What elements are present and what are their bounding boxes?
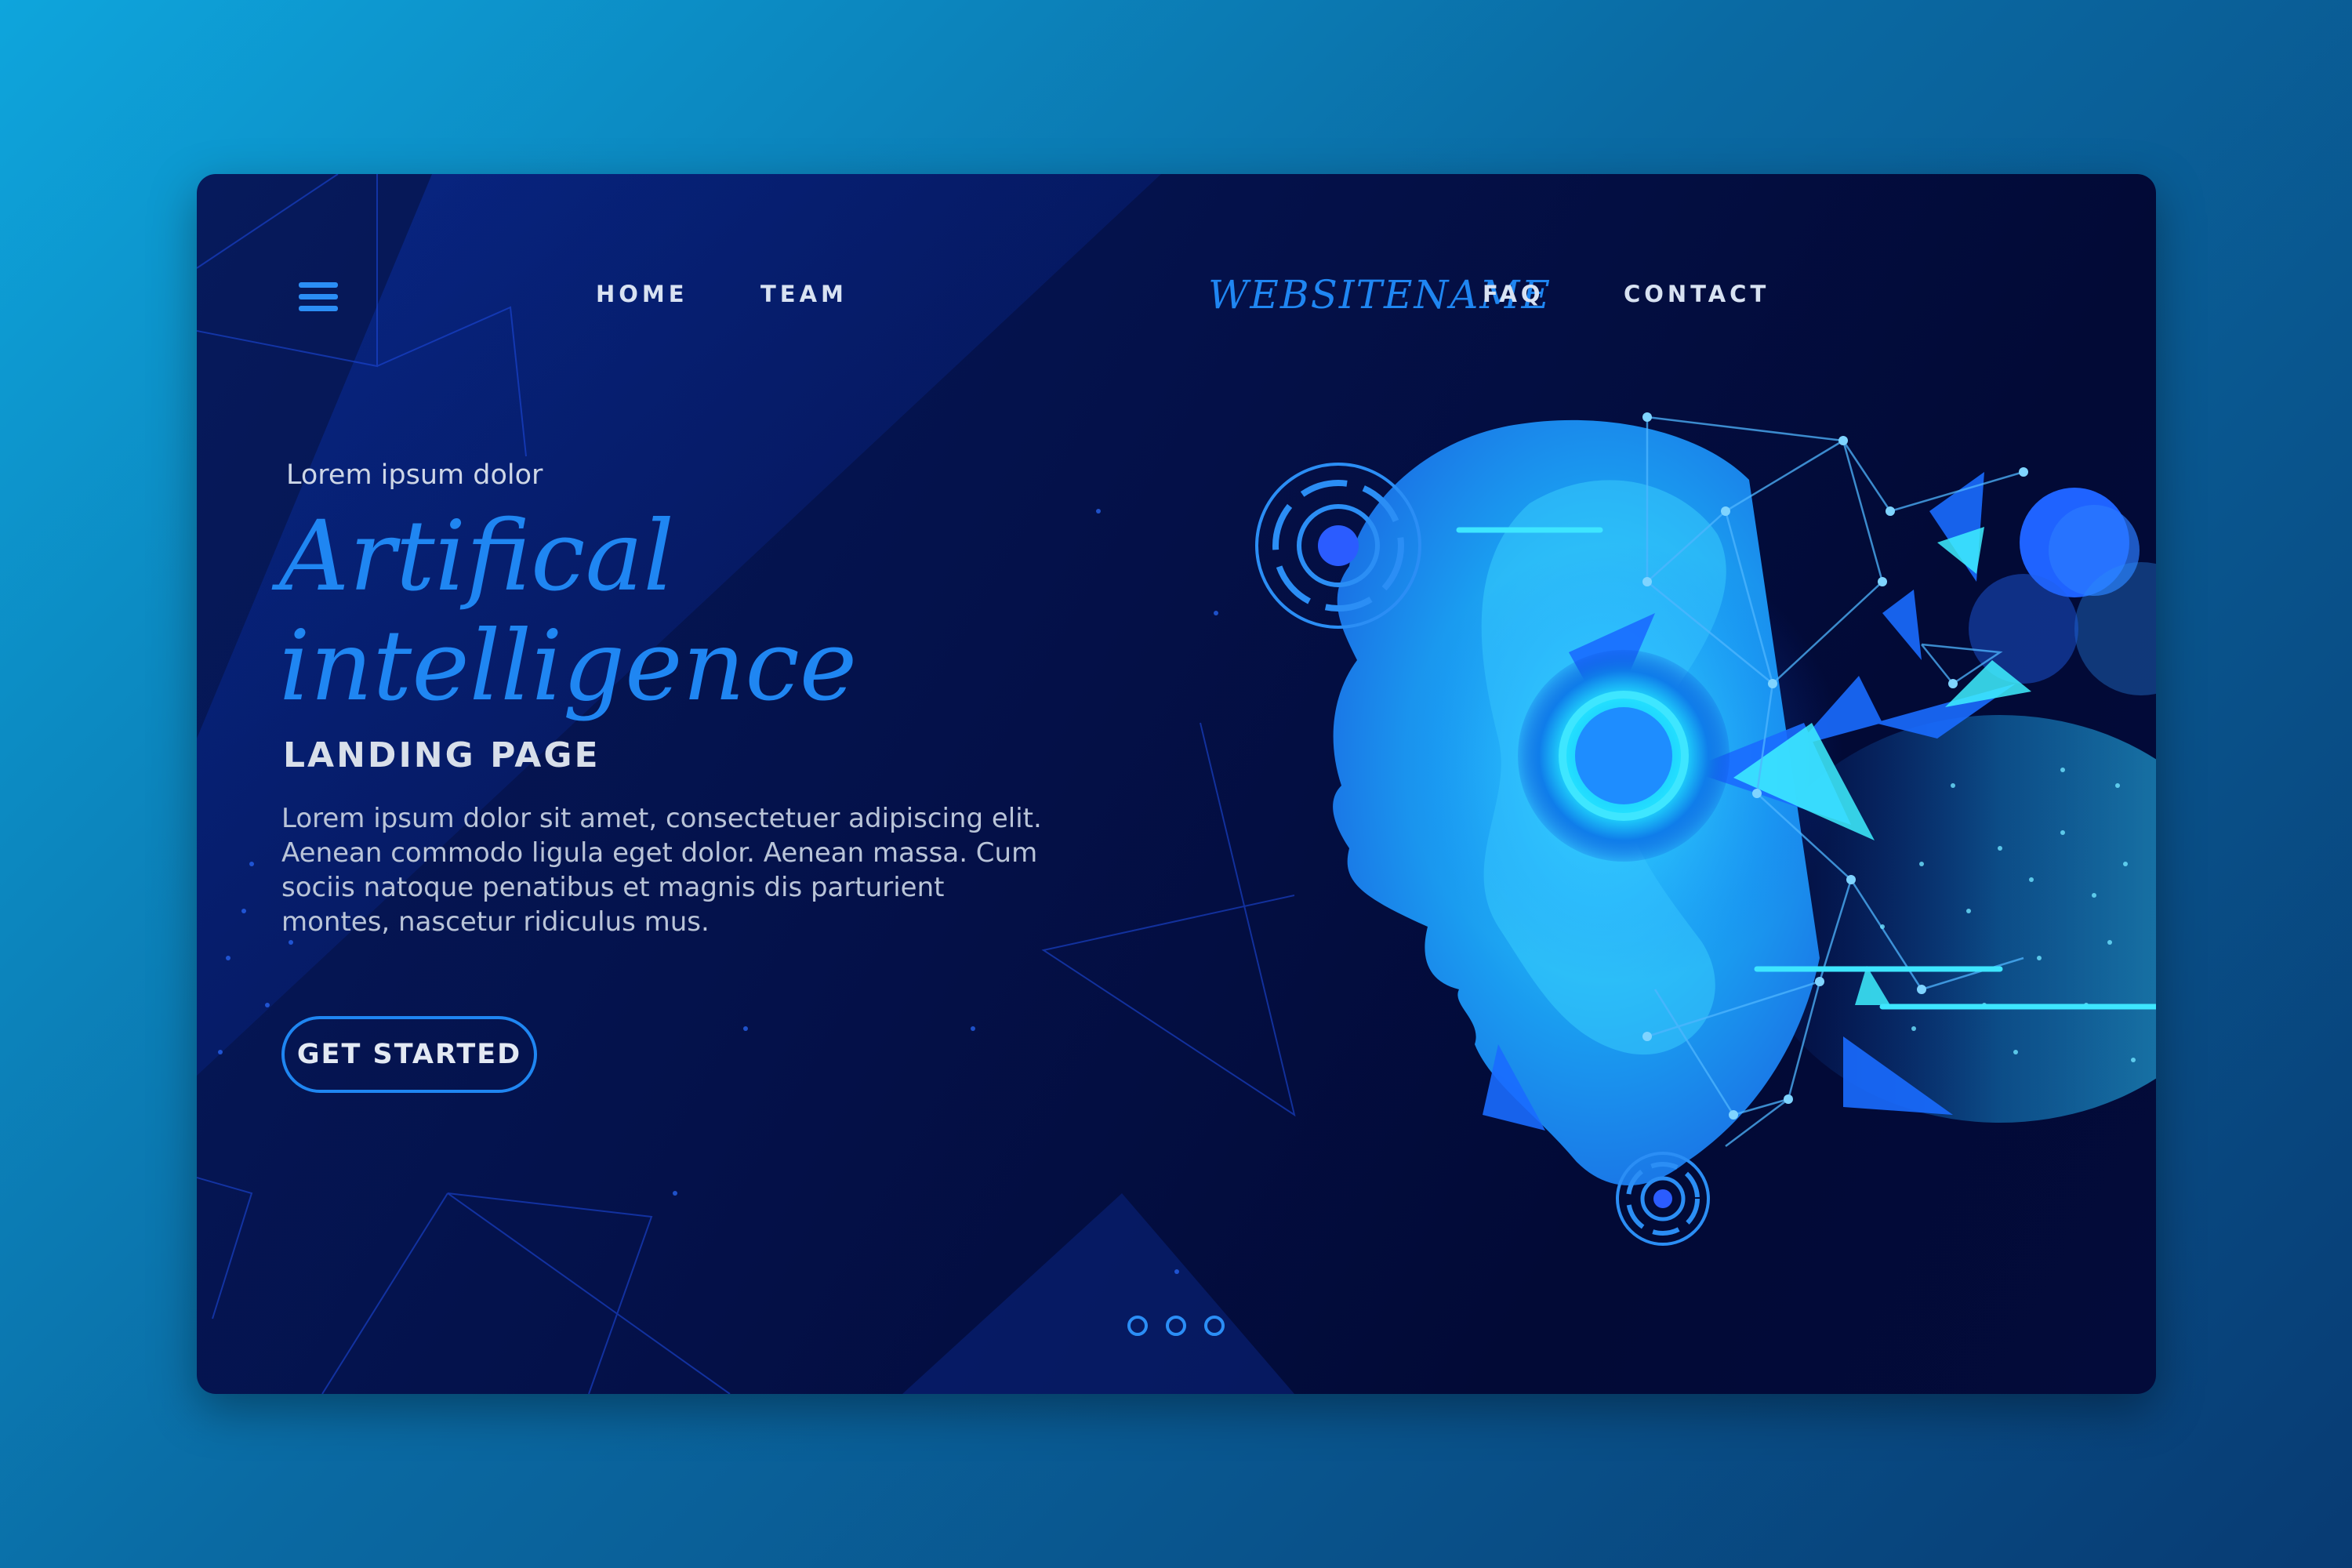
nav-team-link[interactable]: TEAM [760,274,848,314]
carousel-dot-1[interactable] [1127,1316,1148,1336]
carousel-dot-2[interactable] [1166,1316,1186,1336]
hero-title-line-2: intelligence [279,610,858,723]
landing-page-card: HOME TEAM WEBSITENAME FAQ CONTACT Lorem … [197,174,2156,1394]
hero-title-line-1: Artifical [279,500,675,613]
hero-title: Artifical intelligence [279,502,1142,721]
carousel-pagination [1127,1316,1225,1336]
ai-head-illustration [197,174,2156,1394]
nav-contact-link[interactable]: CONTACT [1624,274,1769,314]
hero-subtitle: LANDING PAGE [283,735,601,775]
nav-faq-link[interactable]: FAQ [1483,274,1544,314]
carousel-dot-3[interactable] [1204,1316,1225,1336]
hamburger-menu-icon[interactable] [299,282,338,317]
hero-eyebrow: Lorem ipsum dolor [286,459,543,491]
get-started-button[interactable]: GET STARTED [281,1016,537,1093]
nav-home-link[interactable]: HOME [596,274,688,314]
hero-body-text: Lorem ipsum dolor sit amet, consectetuer… [281,803,1042,938]
